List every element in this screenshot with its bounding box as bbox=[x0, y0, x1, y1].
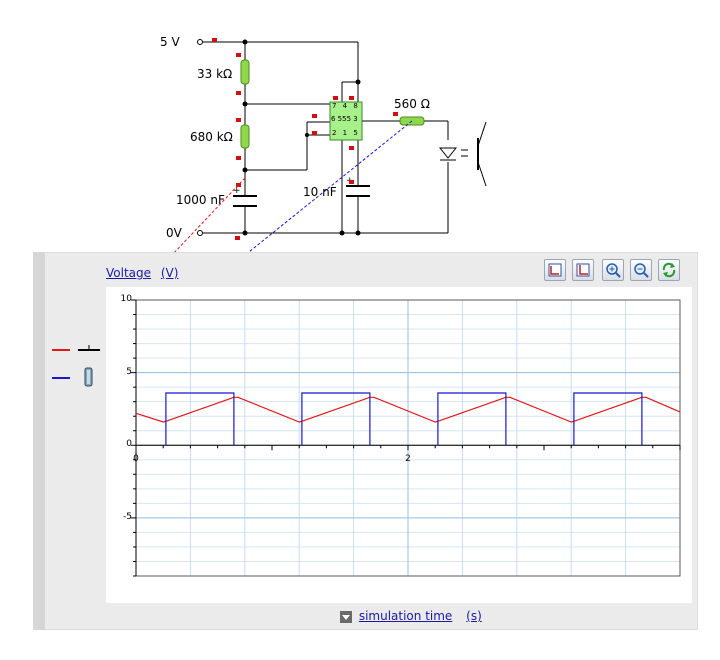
reset-axes-button[interactable] bbox=[572, 259, 594, 281]
refresh-button[interactable] bbox=[658, 259, 680, 281]
chevron-down-icon bbox=[342, 614, 350, 620]
y-tick-label: 5 bbox=[126, 366, 132, 377]
ground-label: 0V bbox=[166, 226, 182, 240]
x-quantity-link[interactable]: simulation time bbox=[359, 609, 452, 623]
r1-label[interactable]: 33 kΩ bbox=[197, 67, 232, 81]
reset-axes-icon bbox=[576, 263, 590, 277]
zoom-in-icon bbox=[606, 263, 621, 278]
c1-label[interactable]: 1000 nF bbox=[176, 193, 225, 207]
c2-label[interactable]: 10 nF bbox=[303, 185, 337, 199]
ic-bottom-pins: 2 1 5 bbox=[332, 129, 360, 137]
x-tick-label: 2 bbox=[405, 454, 411, 465]
y-tick-label: 0 bbox=[126, 439, 132, 450]
y-tick-label: 10 bbox=[120, 294, 132, 304]
supply-label: 5 V bbox=[160, 35, 180, 49]
series-legend bbox=[52, 345, 100, 387]
ic-mid-pins: 6 555 3 bbox=[331, 115, 358, 123]
fit-axes-button[interactable] bbox=[544, 259, 566, 281]
y-unit-link[interactable]: (V) bbox=[161, 266, 179, 280]
circuit-schematic: + + bbox=[174, 38, 487, 252]
y-tick-label: -5 bbox=[123, 511, 132, 522]
fit-axes-icon bbox=[548, 263, 562, 277]
voltage-plot[interactable] bbox=[106, 287, 692, 603]
y-axis-title: Voltage (V) bbox=[106, 266, 178, 280]
x-axis-menu-button[interactable] bbox=[340, 610, 352, 623]
zoom-in-button[interactable] bbox=[602, 259, 624, 281]
r2-label[interactable]: 680 kΩ bbox=[190, 130, 233, 144]
led-probe-icon[interactable] bbox=[84, 367, 93, 387]
x-unit-link[interactable]: (s) bbox=[466, 609, 482, 623]
svg-text:+: + bbox=[233, 186, 241, 196]
refresh-icon bbox=[662, 262, 676, 278]
x-tick-label: 0 bbox=[133, 454, 139, 465]
ic-top-pins: 7 4 8 bbox=[332, 102, 360, 110]
r3-label[interactable]: 560 Ω bbox=[394, 97, 430, 111]
graph-panel-edge bbox=[33, 252, 45, 630]
y-quantity-link[interactable]: Voltage bbox=[106, 266, 151, 280]
voltmeter-probe-icon[interactable] bbox=[78, 345, 100, 351]
x-axis-title: simulation time (s) bbox=[340, 609, 482, 623]
zoom-out-icon bbox=[634, 263, 649, 278]
zoom-out-button[interactable] bbox=[630, 259, 652, 281]
